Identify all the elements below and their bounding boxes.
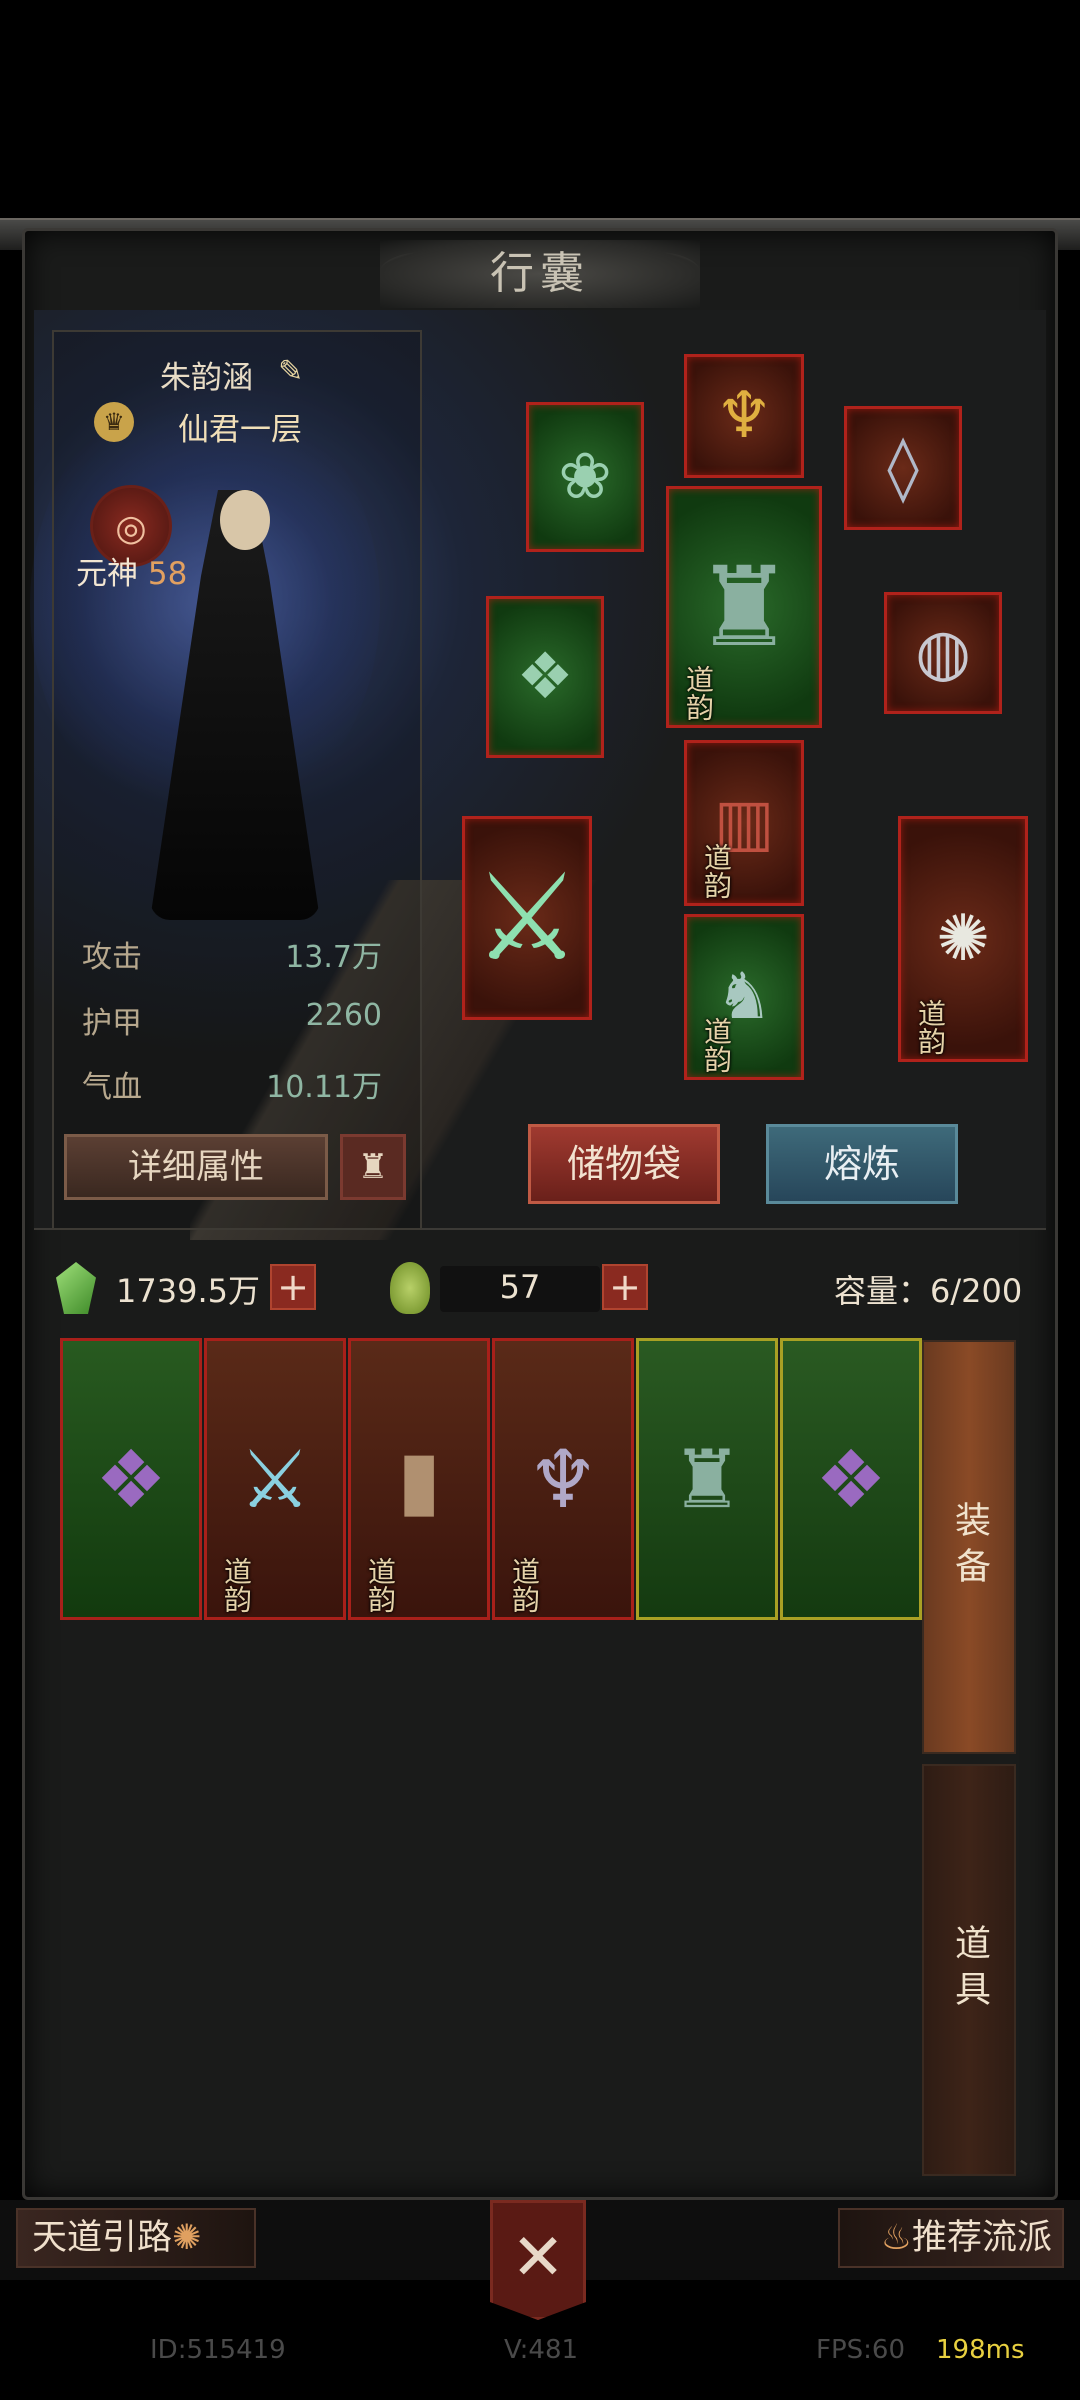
add-spirit-stone-button[interactable]: + <box>270 1264 316 1310</box>
panel-title: 行囊 <box>380 240 700 308</box>
soul-label-text: 元神 <box>76 556 138 592</box>
equip-slot-boots[interactable]: ♞ 道韵 <box>684 914 804 1080</box>
equip-slot-fan[interactable]: ✺ 道韵 <box>898 816 1028 1062</box>
character-rank: 仙君一层 <box>178 412 302 448</box>
close-button[interactable]: ✕ <box>490 2200 586 2320</box>
equip-slot-bracer[interactable]: ❖ <box>486 596 604 758</box>
bracer-icon: ❖ <box>516 640 574 714</box>
character-name: 朱韵涵 <box>160 360 253 396</box>
spirit-stone-amount: 1739.5万 <box>116 1272 260 1310</box>
equip-slot-robe[interactable]: ♜ 道韵 <box>666 486 822 728</box>
fps: FPS:60 <box>816 2335 905 2365</box>
capacity: 容量：6/200 <box>834 1266 1022 1312</box>
lotus-pendant-icon: ❀ <box>558 440 612 514</box>
latency: 198ms <box>936 2335 1025 2365</box>
inventory-item[interactable]: ❖ <box>60 1338 202 1620</box>
equip-slot-ring[interactable]: ◍ <box>884 592 1002 714</box>
heaven-path-label: 天道引路 <box>32 2218 173 2258</box>
heaven-path-button[interactable]: 天道引路✺ <box>16 2208 256 2268</box>
stat-armor-value: 2260 <box>305 998 382 1033</box>
tab-equipment[interactable]: 装备 <box>922 1340 1016 1754</box>
equip-slot-hairpin[interactable]: ♆ <box>684 354 804 478</box>
tab-items[interactable]: 道具 <box>922 1764 1016 2176</box>
stat-armor-label: 护甲 <box>82 1006 142 1041</box>
inventory-item[interactable]: ♜ <box>636 1338 778 1620</box>
stat-hp-value: 10.11万 <box>266 1070 382 1105</box>
inventory-item[interactable]: ▮ 道韵 <box>348 1338 490 1620</box>
equip-tag: 道韵 <box>682 665 715 721</box>
stat-attack-value: 13.7万 <box>285 940 382 975</box>
outfit-button[interactable]: ♜ <box>340 1134 406 1200</box>
bracer-icon: ❖ <box>815 1432 887 1526</box>
ring-icon: ◍ <box>915 616 971 690</box>
swirl-icon: ✺ <box>172 2218 202 2258</box>
rename-brush-icon[interactable]: ✎ <box>278 354 303 389</box>
equip-slot-necklace[interactable]: ◊ <box>844 406 962 530</box>
inventory-item[interactable]: ⚔ 道韵 <box>204 1338 346 1620</box>
flame-icon: ♨ <box>880 2218 912 2258</box>
smelt-button[interactable]: 熔炼 <box>766 1124 958 1204</box>
recommended-school-label: 推荐流派 <box>911 2218 1052 2258</box>
equip-slot-pants[interactable]: ▥ 道韵 <box>684 740 804 906</box>
robe-icon: ♜ <box>671 1432 743 1526</box>
close-icon: ✕ <box>511 2221 565 2295</box>
inventory-item[interactable]: ❖ <box>780 1338 922 1620</box>
capacity-value: 6/200 <box>930 1272 1023 1310</box>
equip-tag: 道韵 <box>700 1017 733 1073</box>
soul-level: 元神 58 <box>76 548 187 593</box>
jade-amount: 57 <box>499 1268 541 1306</box>
detail-attributes-button[interactable]: 详细属性 <box>64 1134 328 1200</box>
bracer-icon: ❖ <box>95 1432 167 1526</box>
equip-tag: 道韵 <box>914 999 947 1055</box>
equip-tag: 道韵 <box>700 843 733 899</box>
equip-slot-weapon[interactable]: ⚔ <box>462 816 592 1020</box>
rank-icon: ♛ <box>94 402 134 442</box>
character-head <box>220 490 270 550</box>
outfit-icon: ♜ <box>357 1147 389 1187</box>
stat-hp-label: 气血 <box>82 1070 142 1105</box>
storage-bag-button[interactable]: 储物袋 <box>528 1124 720 1204</box>
add-jade-button[interactable]: + <box>602 1264 648 1310</box>
recommended-school-button[interactable]: ♨推荐流派 <box>838 2208 1064 2268</box>
soul-level-number: 58 <box>147 556 188 592</box>
jade-sword-icon: ⚔ <box>473 848 581 988</box>
version: V:481 <box>504 2335 579 2365</box>
necklace-icon: ◊ <box>887 431 919 505</box>
inventory-item[interactable]: ♆ 道韵 <box>492 1338 634 1620</box>
phoenix-hairpin-icon: ♆ <box>715 379 773 453</box>
equip-slot-pendant[interactable]: ❀ <box>526 402 644 552</box>
jade-icon <box>390 1262 430 1314</box>
capacity-label: 容量： <box>834 1272 931 1310</box>
player-id: ID:515419 <box>150 2335 286 2365</box>
stat-attack-label: 攻击 <box>82 940 142 975</box>
